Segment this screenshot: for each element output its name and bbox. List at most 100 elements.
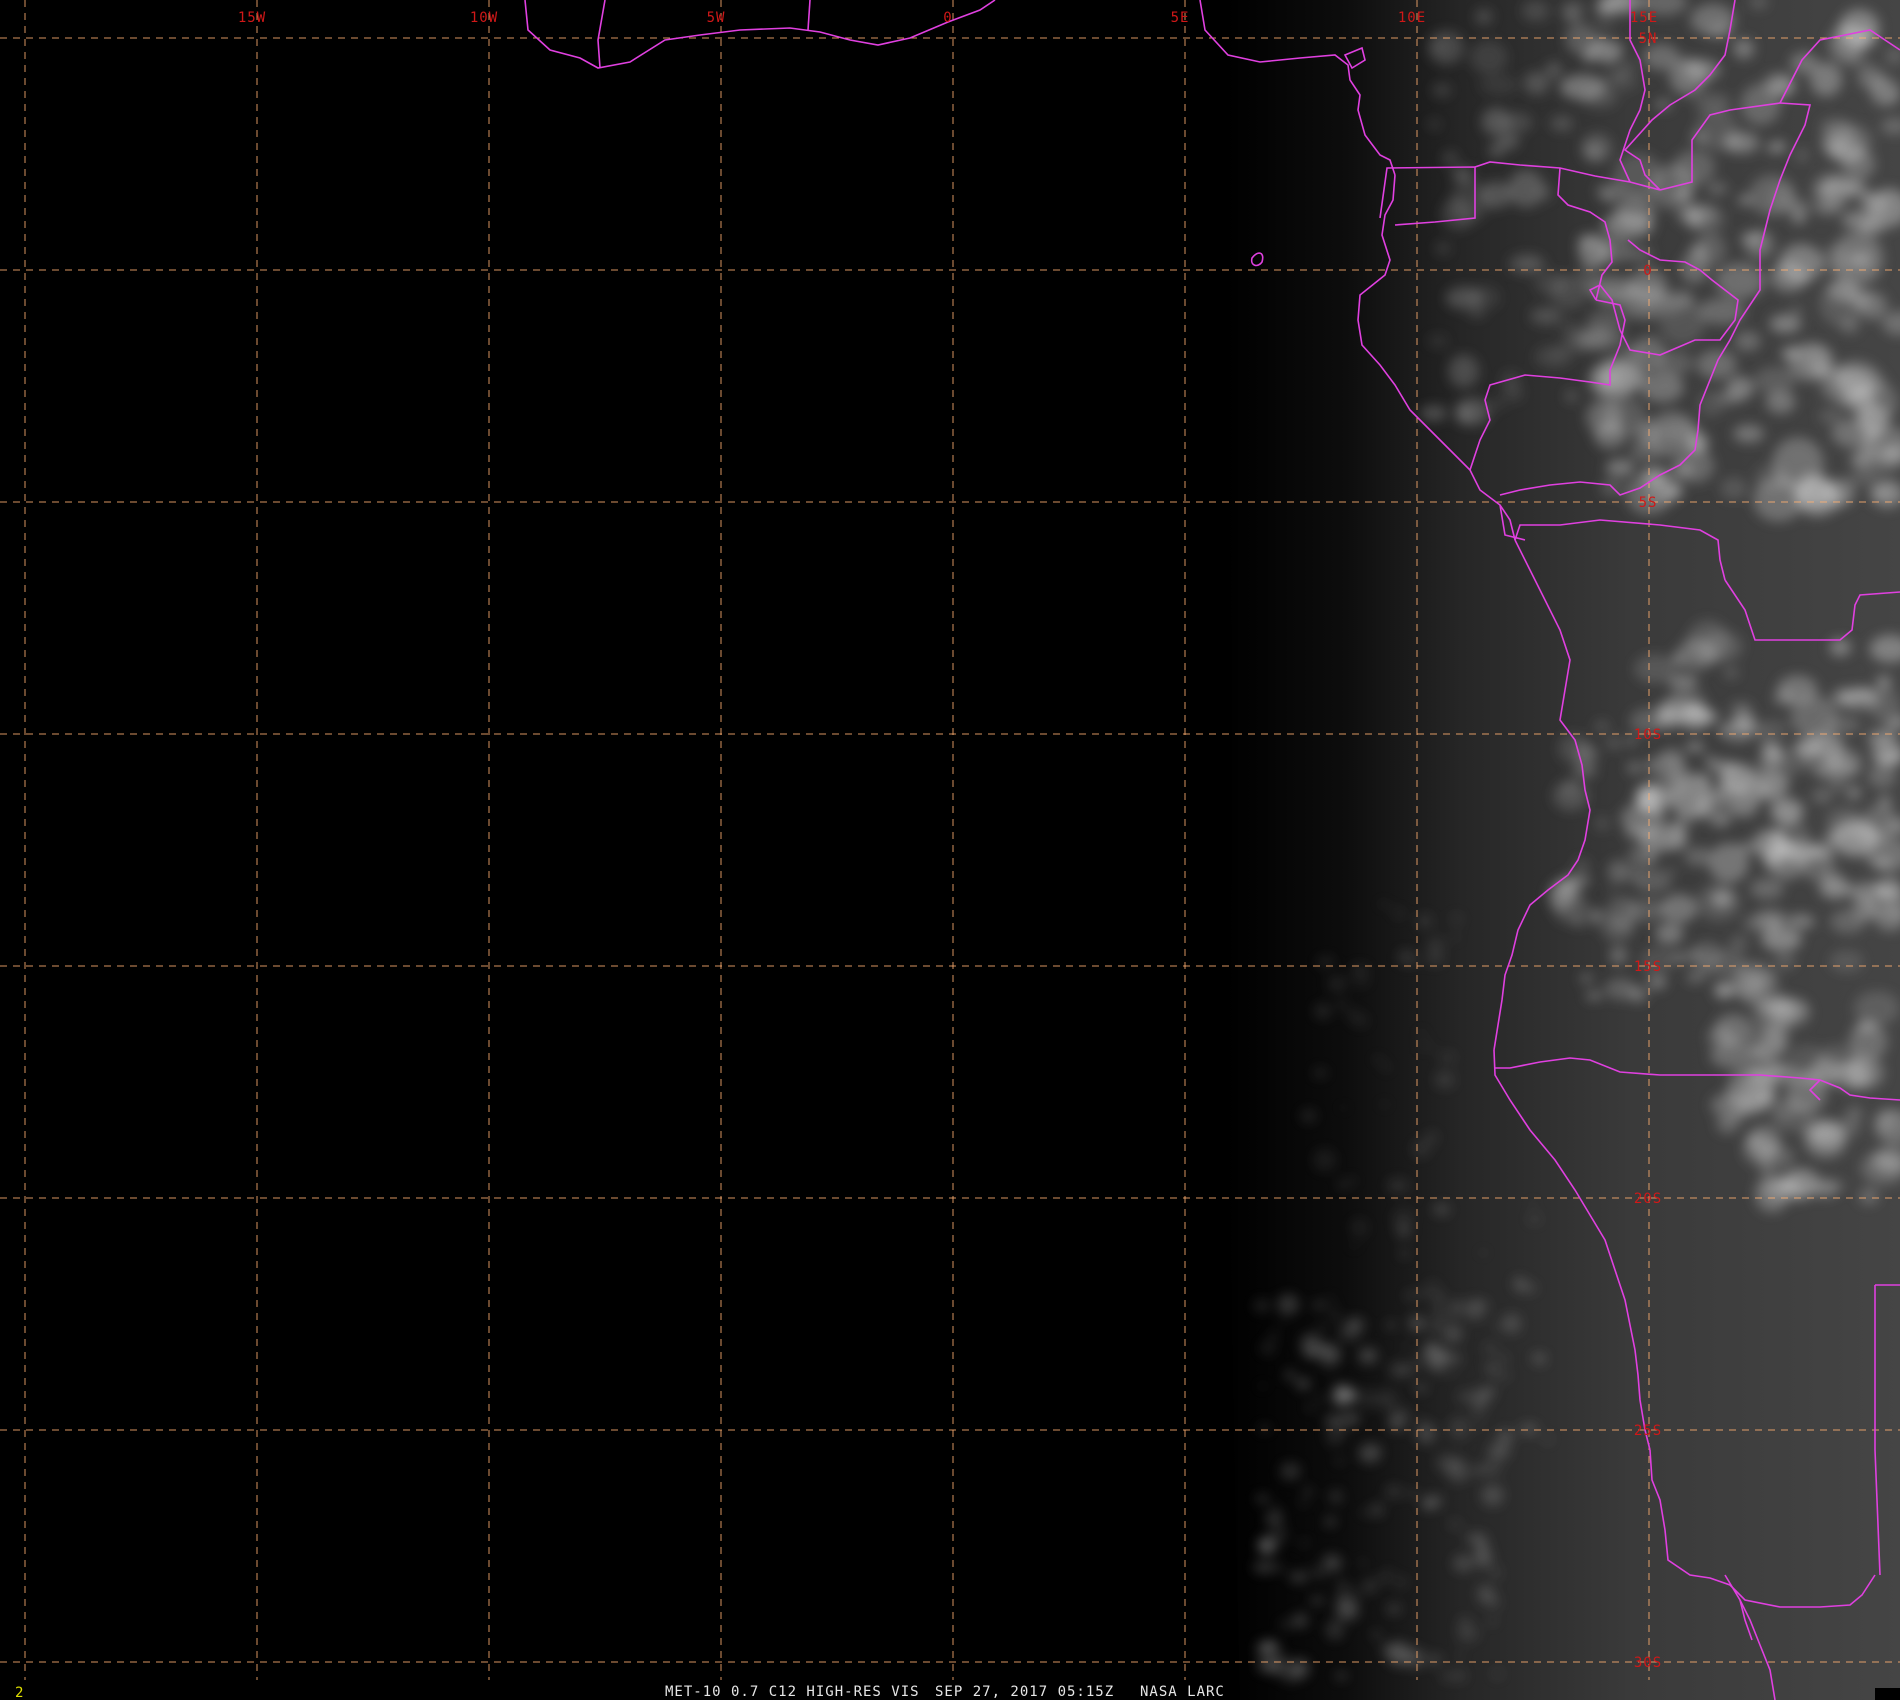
cloud-patch — [1427, 30, 1464, 65]
cloud-patch — [1314, 1569, 1326, 1579]
cloud-patch — [1824, 1179, 1846, 1193]
cloud-patch — [1853, 445, 1900, 476]
cloud-patch — [1253, 1298, 1270, 1313]
longitude-label: 0 — [943, 10, 952, 26]
cloud-patch — [1666, 865, 1678, 876]
cloud-patch — [1814, 758, 1860, 782]
cloud-patch — [1740, 1071, 1778, 1112]
cloud-patch — [1601, 915, 1634, 942]
cloud-patch — [1415, 1041, 1436, 1052]
cloud-patch — [1442, 151, 1458, 166]
cloud-patch — [1326, 1294, 1337, 1303]
cloud-patch — [1425, 1280, 1439, 1291]
cloud-patch — [1299, 1498, 1308, 1507]
cloud-patch — [1448, 354, 1479, 388]
cloud-patch — [1529, 1200, 1537, 1205]
cloud-patch — [1760, 740, 1777, 755]
cloud-patch — [1434, 1071, 1455, 1089]
cloud-patch — [1754, 1175, 1789, 1213]
cloud-patch — [1606, 737, 1621, 749]
cloud-patch — [1713, 981, 1735, 1000]
cloud-patch — [1424, 952, 1445, 966]
cloud-patch — [1840, 318, 1860, 334]
cloud-patch — [1762, 857, 1784, 870]
cloud-patch — [1790, 209, 1807, 225]
cloud-patch — [1379, 1100, 1390, 1109]
cloud-patch — [1488, 1443, 1510, 1460]
cloud-patch — [1646, 411, 1698, 458]
cloud-patch — [1358, 1559, 1367, 1566]
cloud-patch — [1628, 844, 1657, 867]
cloud-patch — [1601, 53, 1621, 69]
cloud-patch — [1593, 816, 1611, 831]
cloud-patch — [1378, 1575, 1388, 1583]
cloud-patch — [1726, 376, 1754, 401]
cloud-patch — [1654, 977, 1667, 986]
cloud-patch — [1392, 1208, 1414, 1229]
cloud-patch — [1498, 132, 1520, 150]
cloud-patch — [1502, 112, 1533, 133]
cloud-patch — [1515, 257, 1542, 271]
cloud-patch — [1325, 1620, 1344, 1640]
cloud-patch — [1550, 116, 1574, 132]
cloud-patch — [1324, 1414, 1345, 1427]
cloud-patch — [1530, 307, 1563, 325]
cloud-patch — [1594, 721, 1609, 732]
cloud-patch — [1730, 702, 1753, 714]
cloud-patch — [1786, 914, 1815, 929]
cloud-patch — [1550, 348, 1564, 359]
cloud-patch — [1379, 1643, 1400, 1656]
cloud-patch — [1479, 1460, 1502, 1477]
cloud-patch — [1306, 1404, 1314, 1411]
cloud-patch — [1721, 761, 1756, 795]
cloud-patch — [1272, 1505, 1281, 1512]
cloud-patch — [1430, 1321, 1442, 1333]
cloud-patch — [1683, 206, 1701, 219]
cloud-patch — [1431, 1362, 1448, 1376]
cloud-patch — [1456, 1625, 1479, 1642]
cloud-patch — [1585, 991, 1603, 1001]
cloud-patch — [1749, 878, 1784, 900]
latitude-label: 15S — [1634, 959, 1662, 975]
cloud-patch — [1300, 1108, 1317, 1124]
cloud-patch — [1279, 1317, 1287, 1323]
cloud-patch — [1523, 71, 1550, 95]
cloud-patch — [1474, 1422, 1483, 1429]
cloud-patch — [1859, 1187, 1879, 1205]
cloud-patch — [1384, 1485, 1403, 1499]
cloud-patch — [1439, 1051, 1456, 1064]
cloud-patch — [1255, 1494, 1270, 1504]
cloud-patch — [1425, 1130, 1438, 1145]
cloud-patch — [1829, 950, 1864, 973]
cloud-patch — [1322, 1554, 1342, 1572]
cloud-patch — [1744, 970, 1779, 990]
cloud-patch — [1811, 788, 1832, 804]
latitude-label: 10S — [1634, 727, 1662, 743]
cloud-patch — [1338, 1105, 1349, 1111]
cloud-patch — [1769, 314, 1802, 334]
cloud-patch — [1371, 1447, 1382, 1453]
cloud-patch — [1770, 829, 1786, 841]
cloud-patch — [1624, 865, 1644, 881]
cloud-patch — [1572, 764, 1597, 778]
cloud-patch — [1265, 1512, 1284, 1525]
cloud-patch — [1269, 1330, 1279, 1340]
image-caption-product: MET-10 0.7 C12 HIGH-RES VIS — [665, 1684, 920, 1700]
cloud-patch — [1528, 1214, 1541, 1224]
cloud-patch — [1481, 1484, 1504, 1506]
frame-number: 2 — [15, 1685, 24, 1700]
cloud-patch — [1733, 424, 1764, 443]
cloud-patch — [1346, 1242, 1362, 1251]
cloud-patch — [1501, 1313, 1522, 1334]
cloud-patch — [1751, 1035, 1784, 1063]
cloud-patch — [1349, 963, 1370, 977]
cloud-patch — [1350, 1218, 1369, 1238]
cloud-patch — [1726, 131, 1760, 154]
cloud-patch — [1401, 1343, 1408, 1349]
cloud-patch — [1386, 1604, 1402, 1614]
cloud-patch — [1330, 1306, 1338, 1312]
cloud-patch — [1337, 1323, 1361, 1342]
cloud-patch — [1799, 843, 1835, 882]
latitude-label: 25S — [1634, 1423, 1662, 1439]
cloud-patch — [1429, 1654, 1441, 1666]
